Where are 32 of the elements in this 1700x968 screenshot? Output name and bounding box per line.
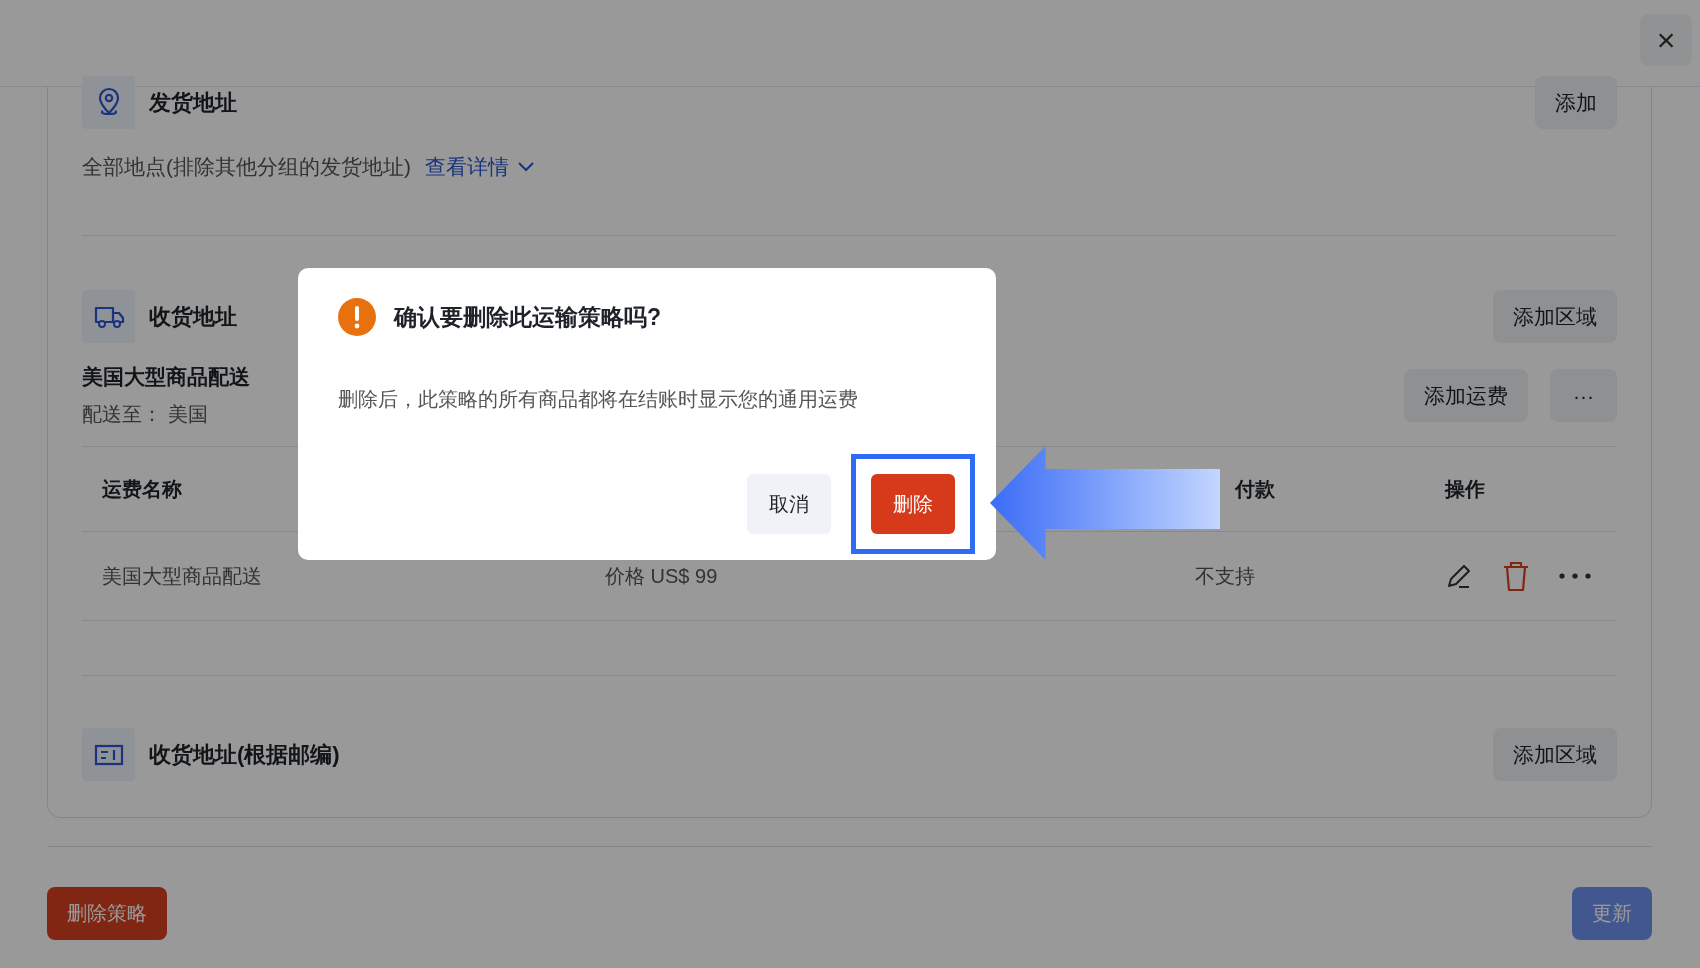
chevron-down-icon xyxy=(517,161,535,173)
location-pin-icon xyxy=(82,76,135,129)
cancel-button[interactable]: 取消 xyxy=(747,474,831,534)
dialog-message: 删除后，此策略的所有商品都将在结账时显示您的通用运费 xyxy=(338,387,859,412)
section-title: 收货地址 xyxy=(149,302,237,331)
table-cell-text: 不支持 xyxy=(1195,563,1256,589)
section-title: 发货地址 xyxy=(149,88,237,117)
postal-card-icon xyxy=(82,728,135,781)
column-header: 操作 xyxy=(1445,476,1486,502)
delete-policy-button[interactable]: 删除策略 xyxy=(47,887,167,940)
more-button[interactable]: ··· xyxy=(1550,369,1617,422)
details-link[interactable]: 查看详情 xyxy=(425,153,509,181)
table-cell-text: 美国大型商品配送 xyxy=(102,563,263,589)
trash-icon[interactable] xyxy=(1503,561,1529,591)
delete-button[interactable]: 删除 xyxy=(871,474,955,534)
warning-icon xyxy=(338,298,376,336)
zone-name: 美国大型商品配送 xyxy=(82,364,250,390)
pencil-icon[interactable] xyxy=(1445,562,1473,590)
column-header: 运费名称 xyxy=(102,476,183,502)
truck-icon xyxy=(82,290,135,343)
section-title: 收货地址(根据邮编) xyxy=(149,740,340,769)
add-region-button[interactable]: 添加区域 xyxy=(1493,728,1617,781)
column-header: 付款 xyxy=(1233,476,1276,502)
more-icon[interactable] xyxy=(1559,573,1591,579)
ship-to-text: 配送至： 美国 xyxy=(82,402,209,427)
table-cell-text: 价格 US$ 99 xyxy=(605,563,719,589)
origin-summary: 全部地点(排除其他分组的发货地址) xyxy=(82,154,411,180)
add-rate-button[interactable]: 添加运费 xyxy=(1404,369,1528,422)
add-button[interactable]: 添加 xyxy=(1535,76,1617,129)
dialog-title: 确认要删除此运输策略吗? xyxy=(394,302,662,332)
close-button[interactable]: × xyxy=(1640,14,1692,66)
add-region-button[interactable]: 添加区域 xyxy=(1493,290,1617,343)
